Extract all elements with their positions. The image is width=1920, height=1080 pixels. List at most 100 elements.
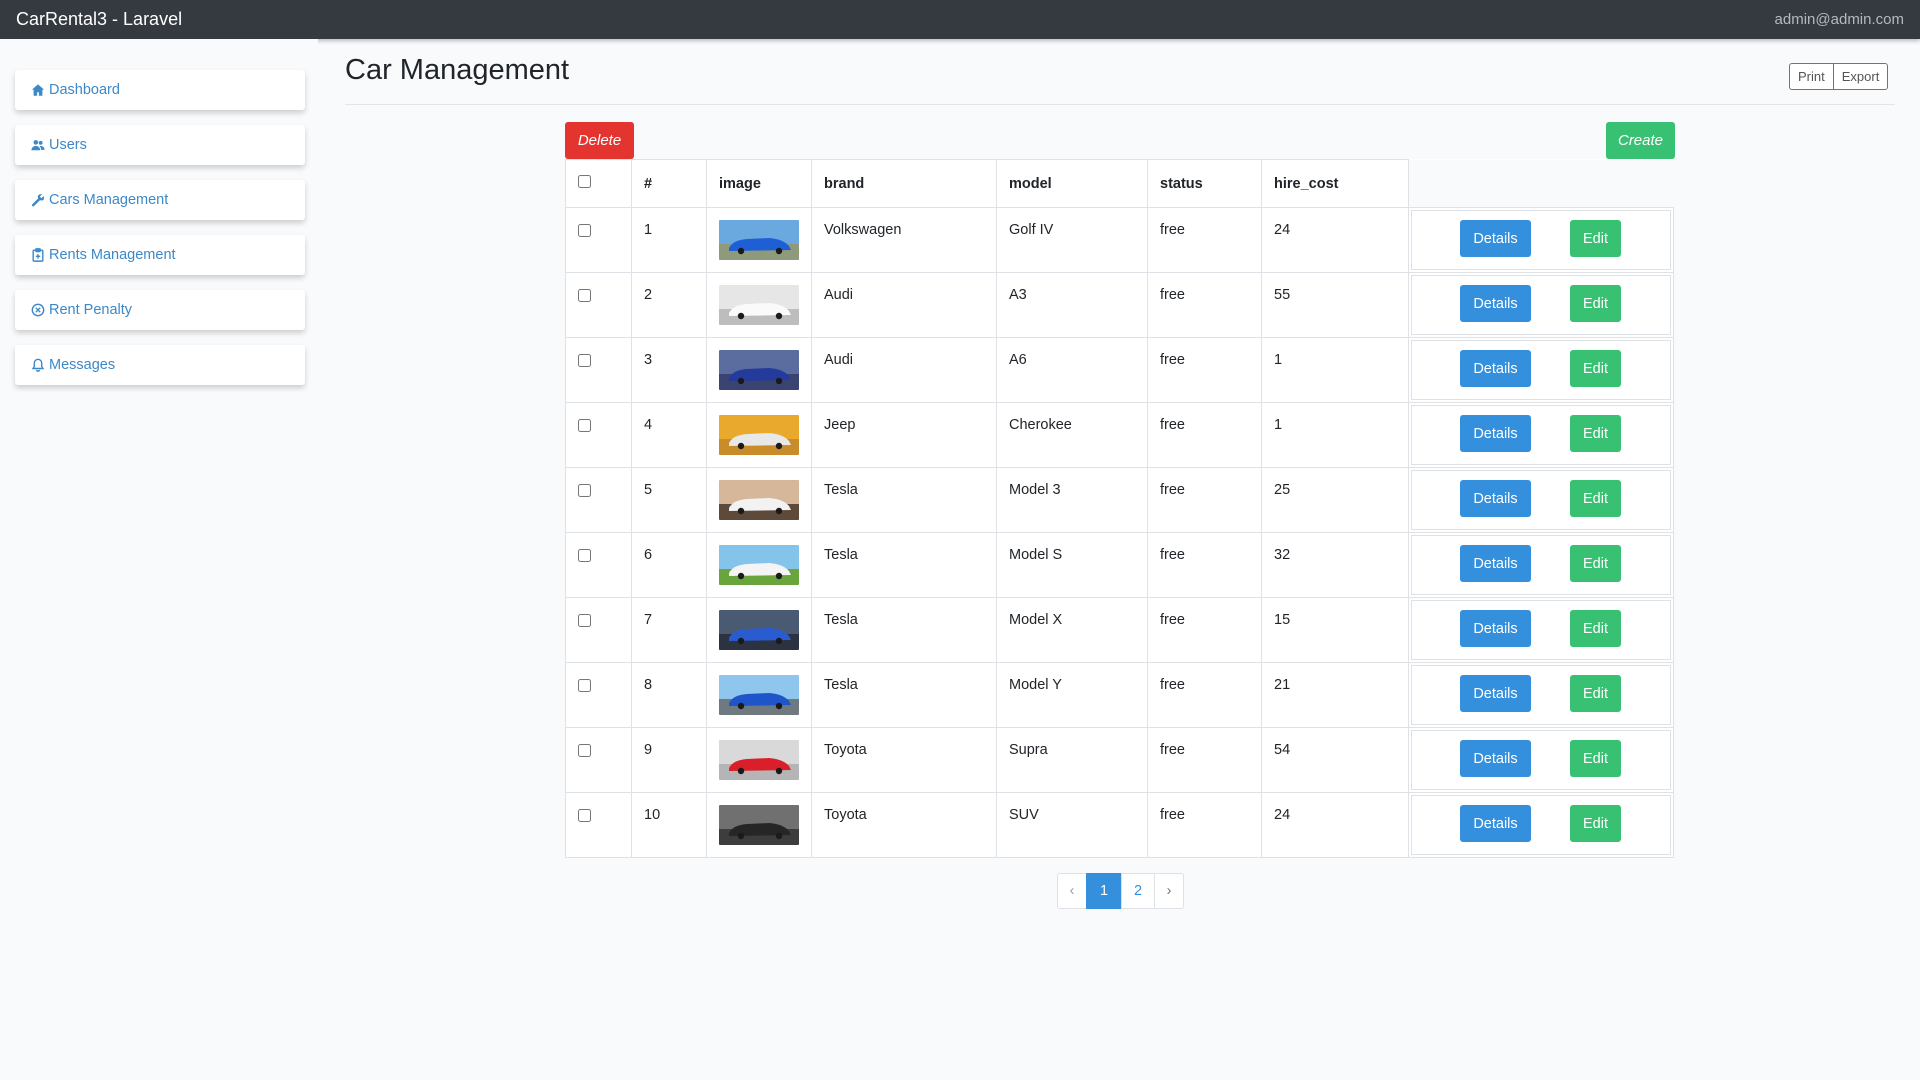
car-image <box>719 220 799 260</box>
row-status: free <box>1147 272 1262 338</box>
app-brand[interactable]: CarRental3 - Laravel <box>16 9 182 30</box>
sidebar-item-label: Dashboard <box>49 82 120 98</box>
row-checkbox[interactable] <box>578 809 591 822</box>
row-id: 1 <box>631 207 707 273</box>
edit-button[interactable]: Edit <box>1570 415 1621 452</box>
row-status: free <box>1147 467 1262 533</box>
title-divider <box>345 104 1895 105</box>
row-actions: Details Edit <box>1408 662 1674 728</box>
edit-button[interactable]: Edit <box>1570 675 1621 712</box>
details-button[interactable]: Details <box>1460 545 1531 582</box>
car-image <box>719 415 799 455</box>
details-button[interactable]: Details <box>1460 610 1531 647</box>
pagination-page-2[interactable]: 2 <box>1121 873 1155 909</box>
clipboard-icon <box>30 247 46 263</box>
pagination-page-1[interactable]: 1 <box>1086 873 1122 909</box>
row-actions: Details Edit <box>1408 792 1674 858</box>
row-brand: Volkswagen <box>811 207 997 273</box>
edit-button[interactable]: Edit <box>1570 480 1621 517</box>
sidebar-item-label: Messages <box>49 357 116 373</box>
sidebar-item-cars-management[interactable]: Cars Management <box>15 180 305 220</box>
pagination-next[interactable]: › <box>1154 873 1184 909</box>
row-image-cell <box>706 727 812 793</box>
row-image-cell <box>706 532 812 598</box>
print-button[interactable]: Print <box>1789 63 1833 90</box>
wrench-icon <box>30 192 46 208</box>
edit-button[interactable]: Edit <box>1570 545 1621 582</box>
row-model: Model 3 <box>996 467 1148 533</box>
row-checkbox[interactable] <box>578 224 591 237</box>
edit-button[interactable]: Edit <box>1570 350 1621 387</box>
export-button[interactable]: Export <box>1832 63 1889 90</box>
delete-button[interactable]: Delete <box>565 122 634 159</box>
details-button[interactable]: Details <box>1460 285 1531 322</box>
row-checkbox[interactable] <box>578 549 591 562</box>
edit-button[interactable]: Edit <box>1570 740 1621 777</box>
details-button[interactable]: Details <box>1460 480 1531 517</box>
details-button[interactable]: Details <box>1460 350 1531 387</box>
details-button[interactable]: Details <box>1460 740 1531 777</box>
row-hire-cost: 24 <box>1261 207 1409 273</box>
header-image: image <box>706 159 812 208</box>
sidebar-item-rent-penalty[interactable]: Rent Penalty <box>15 290 305 330</box>
row-model: Golf IV <box>996 207 1148 273</box>
table-row: 9 Toyota Supra free 54 Details Edit <box>565 727 1674 793</box>
create-button[interactable]: Create <box>1606 122 1675 159</box>
row-hire-cost: 54 <box>1261 727 1409 793</box>
table-row: 4 Jeep Cherokee free 1 Details Edit <box>565 402 1674 468</box>
pagination: ‹ 1 2 › <box>1057 873 1184 909</box>
row-actions: Details Edit <box>1408 532 1674 598</box>
details-button[interactable]: Details <box>1460 415 1531 452</box>
row-actions: Details Edit <box>1408 272 1674 338</box>
row-checkbox[interactable] <box>578 614 591 627</box>
edit-button[interactable]: Edit <box>1570 220 1621 257</box>
table-body: 1 Volkswagen Golf IV free 24 Details Edi… <box>565 207 1674 858</box>
user-email[interactable]: admin@admin.com <box>1775 11 1904 28</box>
row-image-cell <box>706 207 812 273</box>
table-row: 2 Audi A3 free 55 Details Edit <box>565 272 1674 338</box>
row-checkbox[interactable] <box>578 679 591 692</box>
row-id: 5 <box>631 467 707 533</box>
sidebar-item-dashboard[interactable]: Dashboard <box>15 70 305 110</box>
row-checkbox[interactable] <box>578 744 591 757</box>
car-image <box>719 740 799 780</box>
print-export-group: Print Export <box>1789 63 1889 90</box>
sidebar-item-users[interactable]: Users <box>15 125 305 165</box>
row-checkbox[interactable] <box>578 354 591 367</box>
edit-button[interactable]: Edit <box>1570 610 1621 647</box>
details-button[interactable]: Details <box>1460 675 1531 712</box>
table-row: 7 Tesla Model X free 15 Details Edit <box>565 597 1674 663</box>
row-image-cell <box>706 337 812 403</box>
row-status: free <box>1147 532 1262 598</box>
row-id: 2 <box>631 272 707 338</box>
select-all-checkbox[interactable] <box>578 175 591 188</box>
details-button[interactable]: Details <box>1460 220 1531 257</box>
row-image-cell <box>706 662 812 728</box>
pagination-prev[interactable]: ‹ <box>1057 873 1087 909</box>
row-checkbox[interactable] <box>578 419 591 432</box>
row-status: free <box>1147 792 1262 858</box>
row-hire-cost: 55 <box>1261 272 1409 338</box>
row-status: free <box>1147 402 1262 468</box>
sidebar-item-messages[interactable]: Messages <box>15 345 305 385</box>
sidebar: Dashboard Users Cars Management Rents Ma… <box>0 39 318 919</box>
edit-button[interactable]: Edit <box>1570 805 1621 842</box>
row-actions: Details Edit <box>1408 467 1674 533</box>
sidebar-item-rents-management[interactable]: Rents Management <box>15 235 305 275</box>
bell-icon <box>30 357 46 373</box>
row-checkbox[interactable] <box>578 289 591 302</box>
row-actions: Details Edit <box>1408 402 1674 468</box>
details-button[interactable]: Details <box>1460 805 1531 842</box>
edit-button[interactable]: Edit <box>1570 285 1621 322</box>
row-select-cell <box>565 467 632 533</box>
row-status: free <box>1147 662 1262 728</box>
header-actions <box>1408 159 1674 208</box>
row-image-cell <box>706 272 812 338</box>
row-id: 8 <box>631 662 707 728</box>
header-hire-cost: hire_cost <box>1261 159 1409 208</box>
row-image-cell <box>706 402 812 468</box>
row-id: 9 <box>631 727 707 793</box>
row-hire-cost: 15 <box>1261 597 1409 663</box>
row-checkbox[interactable] <box>578 484 591 497</box>
row-select-cell <box>565 597 632 663</box>
